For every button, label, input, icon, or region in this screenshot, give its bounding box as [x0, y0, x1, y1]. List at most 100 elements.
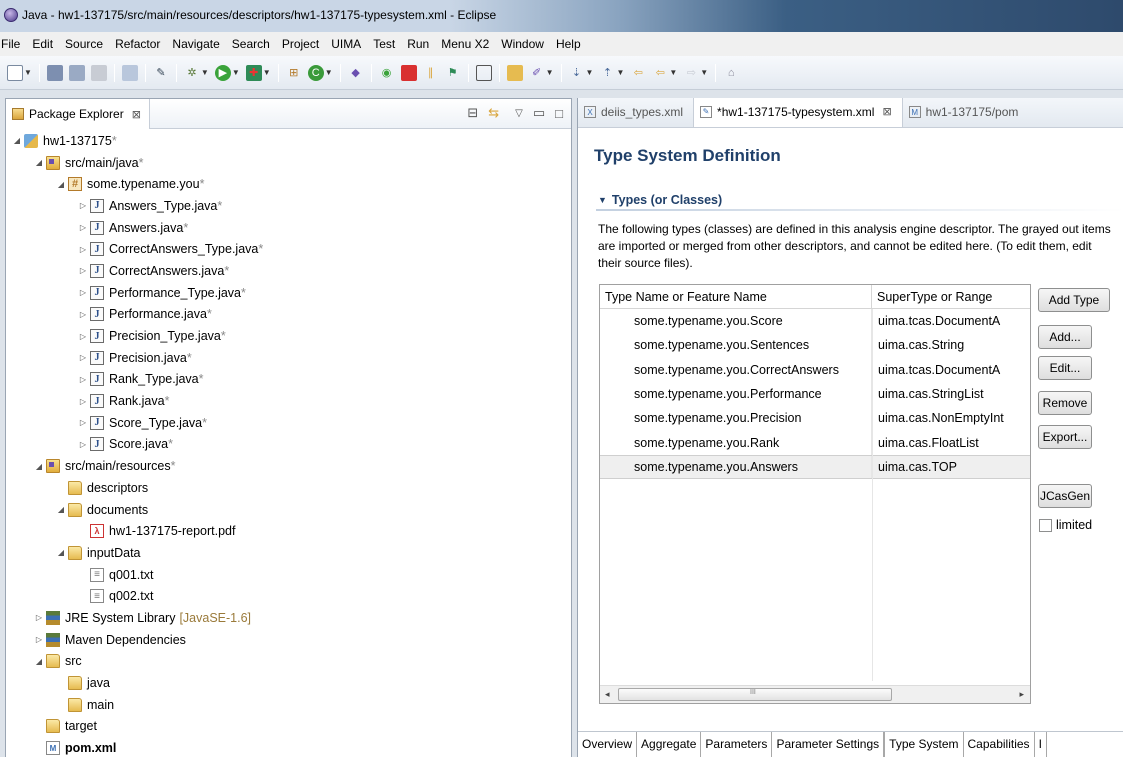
- tree-item[interactable]: ▷ J Precision_Type.java *: [6, 325, 571, 347]
- column-header-supertype[interactable]: SuperType or Range: [872, 285, 1030, 308]
- limited-checkbox[interactable]: limited: [1039, 518, 1092, 532]
- tree-item[interactable]: ◢ # some.typename.you *: [6, 173, 571, 195]
- menu-uima[interactable]: UIMA: [325, 32, 367, 56]
- expanded-twisty-icon[interactable]: ◢: [34, 158, 44, 167]
- editor-tab[interactable]: Xdeiis_types.xml: [578, 98, 693, 127]
- page-tab-aggregate[interactable]: Aggregate: [637, 732, 702, 757]
- collapsed-twisty-icon[interactable]: ▷: [78, 440, 88, 449]
- tree-item[interactable]: ▷ J CorrectAnswers_Type.java *: [6, 238, 571, 260]
- collapsed-twisty-icon[interactable]: ▷: [78, 288, 88, 297]
- tree-item[interactable]: target: [6, 716, 571, 738]
- run-icon[interactable]: ▶: [214, 64, 231, 81]
- remove-button[interactable]: Remove: [1038, 391, 1092, 415]
- collapsed-twisty-icon[interactable]: ▷: [78, 375, 88, 384]
- close-icon[interactable]: ⊠: [882, 105, 891, 118]
- menu-file[interactable]: File: [1, 32, 26, 56]
- tree-item[interactable]: ▷ J Rank.java *: [6, 390, 571, 412]
- next-annotation-dropdown-icon[interactable]: ▼: [586, 68, 594, 77]
- tree-item[interactable]: ◢ documents: [6, 499, 571, 521]
- resume-icon[interactable]: ◉: [379, 65, 395, 81]
- print-icon[interactable]: [90, 64, 107, 81]
- previous-annotation-dropdown-icon[interactable]: ▼: [616, 68, 624, 77]
- table-row[interactable]: some.typename.you.Performance uima.cas.St…: [600, 381, 1030, 407]
- edit-button[interactable]: Edit...: [1038, 356, 1092, 380]
- new-dropdown-icon[interactable]: ▼: [24, 68, 32, 77]
- maximize-icon[interactable]: □: [555, 106, 563, 121]
- menu-search[interactable]: Search: [226, 32, 276, 56]
- expanded-twisty-icon[interactable]: ◢: [34, 657, 44, 666]
- tree-item[interactable]: ▷ J Score_Type.java *: [6, 412, 571, 434]
- types-section-header[interactable]: ▼ Types (or Classes): [598, 193, 722, 207]
- add-type-button[interactable]: Add Type: [1038, 288, 1110, 312]
- terminal-icon[interactable]: [475, 64, 492, 81]
- menu-help[interactable]: Help: [550, 32, 587, 56]
- debug-dropdown-icon[interactable]: ▼: [201, 68, 209, 77]
- page-tab-parameters[interactable]: Parameters: [701, 732, 773, 757]
- collapsed-twisty-icon[interactable]: ▷: [78, 223, 88, 232]
- suspend-icon[interactable]: ∥: [423, 65, 439, 81]
- chevron-down-icon[interactable]: ▼: [598, 195, 607, 205]
- terminate-icon[interactable]: [400, 64, 417, 81]
- page-tab-i[interactable]: I: [1035, 732, 1047, 757]
- column-header-type-name[interactable]: Type Name or Feature Name: [600, 285, 872, 308]
- expanded-twisty-icon[interactable]: ◢: [12, 136, 22, 145]
- collapsed-twisty-icon[interactable]: ▷: [78, 418, 88, 427]
- menu-project[interactable]: Project: [276, 32, 325, 56]
- collapsed-twisty-icon[interactable]: ▷: [34, 613, 44, 622]
- debug-icon[interactable]: ✲: [184, 65, 200, 81]
- tree-item[interactable]: ◢ src/main/java *: [6, 152, 571, 174]
- menu-menu-x2[interactable]: Menu X2: [435, 32, 495, 56]
- menu-test[interactable]: Test: [367, 32, 401, 56]
- export-button[interactable]: Export...: [1038, 425, 1092, 449]
- jcasgen-button[interactable]: JCasGen: [1038, 484, 1092, 508]
- tree-item[interactable]: ▷ J Answers.java *: [6, 217, 571, 239]
- minimize-icon[interactable]: ▭: [533, 105, 545, 121]
- pen-dropdown-icon[interactable]: ▼: [546, 68, 554, 77]
- checkbox-box[interactable]: [1039, 518, 1052, 532]
- page-tab-type-system[interactable]: Type System: [884, 732, 964, 757]
- tree-item[interactable]: main: [6, 694, 571, 716]
- save-icon[interactable]: [46, 64, 63, 81]
- tree-item[interactable]: ◢ src/main/resources *: [6, 455, 571, 477]
- table-row[interactable]: some.typename.you.Precision uima.cas.NonE…: [600, 406, 1030, 431]
- collapsed-twisty-icon[interactable]: ▷: [78, 397, 88, 406]
- new-wizard-icon[interactable]: [7, 64, 23, 81]
- link-with-editor-icon[interactable]: ⇆: [488, 105, 499, 121]
- page-tab-parameter-settings[interactable]: Parameter Settings: [772, 732, 885, 757]
- close-icon[interactable]: ⊠: [132, 108, 141, 121]
- scroll-left-icon[interactable]: ◂: [605, 689, 610, 700]
- collapsed-twisty-icon[interactable]: ▷: [78, 201, 88, 210]
- collapsed-twisty-icon[interactable]: ▷: [78, 332, 88, 341]
- menu-source[interactable]: Source: [59, 32, 109, 56]
- package-explorer-tab[interactable]: Package Explorer ⊠: [6, 99, 150, 129]
- menu-navigate[interactable]: Navigate: [166, 32, 225, 56]
- tree-item[interactable]: Mpom.xml: [6, 737, 571, 757]
- next-annotation-icon[interactable]: ⇣: [569, 65, 585, 81]
- tree-item[interactable]: q002.txt: [6, 585, 571, 607]
- menu-run[interactable]: Run: [401, 32, 435, 56]
- save-all-icon[interactable]: [68, 64, 85, 81]
- menu-edit[interactable]: Edit: [26, 32, 59, 56]
- collapse-all-icon[interactable]: ⊟: [467, 105, 478, 121]
- tree-item[interactable]: ◢ inputData: [6, 542, 571, 564]
- external-tools-icon[interactable]: ✚: [245, 64, 262, 81]
- uima-icon[interactable]: ◆: [348, 65, 364, 81]
- expanded-twisty-icon[interactable]: ◢: [56, 180, 66, 189]
- collapsed-twisty-icon[interactable]: ▷: [78, 310, 88, 319]
- tree-item[interactable]: ▷ Maven Dependencies: [6, 629, 571, 651]
- tree-item[interactable]: ▷ J Performance_Type.java *: [6, 282, 571, 304]
- collapsed-twisty-icon[interactable]: ▷: [78, 266, 88, 275]
- page-tab-overview[interactable]: Overview: [578, 732, 638, 757]
- open-console-icon[interactable]: [121, 64, 138, 81]
- tree-item[interactable]: ▷ J CorrectAnswers.java *: [6, 260, 571, 282]
- menu-window[interactable]: Window: [495, 32, 550, 56]
- tree-item[interactable]: descriptors: [6, 477, 571, 499]
- tree-item[interactable]: ▷ J Answers_Type.java *: [6, 195, 571, 217]
- collapsed-twisty-icon[interactable]: ▷: [34, 635, 44, 644]
- open-folder-icon[interactable]: [506, 64, 523, 81]
- toggle-mark-icon[interactable]: ✎: [153, 65, 169, 81]
- editor-tab[interactable]: Mhw1-137175/pom: [903, 98, 1029, 127]
- horizontal-scrollbar[interactable]: ◂ III ▸: [600, 685, 1030, 703]
- run-dropdown-icon[interactable]: ▼: [232, 68, 240, 77]
- table-row[interactable]: some.typename.you.Score uima.tcas.Documen…: [600, 309, 1030, 334]
